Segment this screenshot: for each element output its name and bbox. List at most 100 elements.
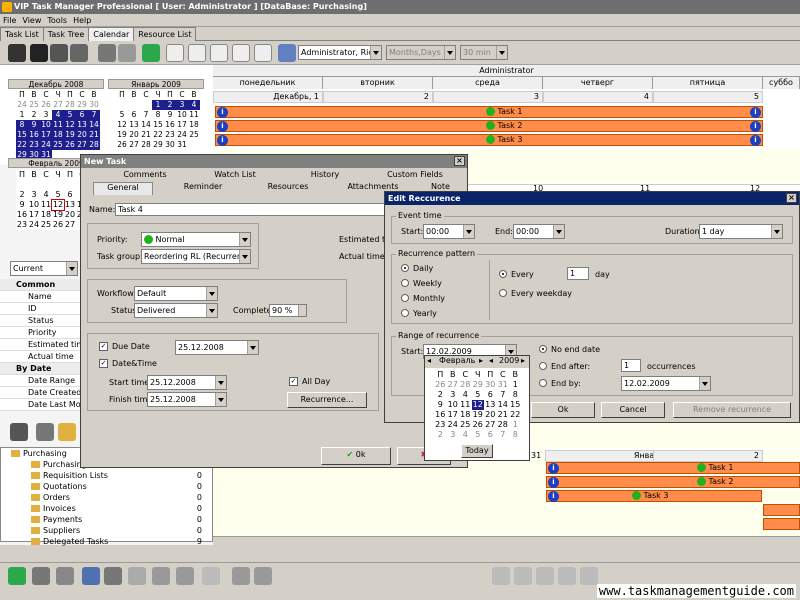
workflow-combo[interactable]: Default bbox=[134, 286, 218, 301]
calendar-day[interactable]: 6 bbox=[128, 110, 140, 120]
tree-row[interactable]: Suppliers 0 bbox=[1, 525, 212, 536]
calendar-day[interactable]: 23 bbox=[164, 130, 176, 140]
task-bar[interactable]: i Task 3 bbox=[546, 490, 762, 502]
filter-icon[interactable] bbox=[254, 567, 272, 585]
daily-radio[interactable] bbox=[401, 264, 409, 272]
calendar-day[interactable]: 25 bbox=[52, 140, 64, 150]
end-by-radio[interactable] bbox=[539, 379, 547, 387]
zoom-icon[interactable] bbox=[580, 567, 598, 585]
calendar-day[interactable]: 24 bbox=[16, 100, 28, 110]
menu-file[interactable]: File bbox=[0, 14, 19, 27]
view-icon[interactable] bbox=[8, 44, 26, 62]
close-icon[interactable]: × bbox=[786, 193, 797, 203]
calendar-day[interactable]: 20 bbox=[76, 130, 88, 140]
period-combo[interactable]: Months,Days bbox=[386, 45, 456, 60]
folder-icon[interactable] bbox=[58, 423, 76, 441]
calendar-day[interactable]: 3 bbox=[447, 430, 460, 440]
calendar-day[interactable]: 6 bbox=[76, 110, 88, 120]
calendar-day[interactable]: 17 bbox=[40, 130, 52, 140]
calendar-day[interactable]: 26 bbox=[64, 140, 76, 150]
calendar-day[interactable]: 13 bbox=[76, 120, 88, 130]
calendar-day[interactable]: 10 bbox=[176, 110, 188, 120]
calendar-day[interactable]: 1 bbox=[152, 100, 164, 110]
end-after-radio[interactable] bbox=[539, 362, 547, 370]
calendar-day[interactable]: 13 bbox=[128, 120, 140, 130]
monthly-radio[interactable] bbox=[401, 294, 409, 302]
calendar-day[interactable]: 13 bbox=[484, 400, 497, 410]
calendar-day[interactable]: 9 bbox=[16, 200, 28, 210]
calendar-day[interactable]: 2 bbox=[16, 190, 28, 200]
calendar-day[interactable]: 27 bbox=[76, 140, 88, 150]
today-button[interactable]: Today bbox=[461, 444, 493, 458]
calendar-day[interactable]: 23 bbox=[434, 420, 447, 430]
calendar-day[interactable]: 11 bbox=[459, 400, 472, 410]
calendar-day[interactable]: 7 bbox=[140, 110, 152, 120]
prev-year-icon[interactable]: ◂ bbox=[489, 356, 493, 365]
resource-combo[interactable]: Administrator, Rich M bbox=[298, 45, 382, 60]
calendar-day[interactable]: 11 bbox=[188, 110, 200, 120]
tree-row[interactable]: Quotations 0 bbox=[1, 481, 212, 492]
calendar-day[interactable]: 16 bbox=[434, 410, 447, 420]
close-icon[interactable]: × bbox=[454, 156, 465, 166]
calendar-day[interactable]: 30 bbox=[484, 380, 497, 390]
calendar-day[interactable]: 24 bbox=[40, 140, 52, 150]
calendar-day[interactable]: 27 bbox=[52, 100, 64, 110]
month-view-icon[interactable] bbox=[232, 44, 250, 62]
scheduler-scrollbar[interactable] bbox=[213, 536, 800, 545]
calendar-day[interactable]: 4 bbox=[52, 110, 64, 120]
calendar-day[interactable]: 21 bbox=[88, 130, 100, 140]
calendar-day[interactable]: 12 bbox=[51, 199, 65, 211]
calendar-day[interactable]: 14 bbox=[497, 400, 510, 410]
start-time-combo[interactable]: 00:00 bbox=[423, 224, 475, 239]
cancel-button[interactable]: Cancel bbox=[601, 402, 665, 418]
refresh-icon[interactable] bbox=[8, 567, 26, 585]
calendar-day[interactable]: 30 bbox=[164, 140, 176, 150]
filter-icon[interactable] bbox=[232, 567, 250, 585]
zoom-icon[interactable] bbox=[558, 567, 576, 585]
complete-input[interactable]: 90 % bbox=[269, 304, 307, 317]
calendar-day[interactable]: 11 bbox=[40, 200, 52, 210]
datetime-checkbox[interactable]: ✓ bbox=[99, 359, 108, 368]
calendar-day[interactable]: 28 bbox=[64, 100, 76, 110]
task-bar[interactable]: i Task 2 bbox=[546, 476, 800, 488]
prev-month-icon[interactable]: ◂ bbox=[427, 356, 431, 365]
calendar-day[interactable]: 15 bbox=[152, 120, 164, 130]
start-time-combo[interactable]: 25.12.2008 bbox=[147, 375, 227, 390]
tools-icon[interactable] bbox=[10, 423, 28, 441]
calendar-day[interactable]: 9 bbox=[28, 120, 40, 130]
calendar-day[interactable]: 22 bbox=[152, 130, 164, 140]
calendar-day[interactable]: 20 bbox=[128, 130, 140, 140]
end-by-combo[interactable]: 12.02.2009 bbox=[621, 376, 711, 391]
calendar-day[interactable]: 9 bbox=[164, 110, 176, 120]
print-icon[interactable] bbox=[152, 567, 170, 585]
task-bar[interactable]: i i Task 1 bbox=[215, 106, 763, 118]
calendar-day[interactable]: 27 bbox=[64, 220, 76, 230]
calendar-day[interactable]: 24 bbox=[176, 130, 188, 140]
filter-combo[interactable]: Current bbox=[10, 261, 78, 276]
calendar-day[interactable]: 18 bbox=[188, 120, 200, 130]
calendar-day[interactable]: 25 bbox=[28, 100, 40, 110]
calendar-day[interactable]: 28 bbox=[497, 420, 510, 430]
calendar-day[interactable] bbox=[52, 180, 64, 190]
tab-general[interactable]: General bbox=[93, 182, 153, 195]
calendar-day[interactable]: 28 bbox=[140, 140, 152, 150]
calendar-day[interactable]: 1 bbox=[509, 420, 522, 430]
calendar-day[interactable]: 1 bbox=[509, 380, 522, 390]
calendar-day[interactable]: 14 bbox=[88, 120, 100, 130]
calendar-day[interactable]: 13 bbox=[64, 200, 76, 210]
calendar-day[interactable]: 22 bbox=[16, 140, 28, 150]
calendar-day[interactable]: 30 bbox=[88, 100, 100, 110]
menu-help[interactable]: Help bbox=[70, 14, 94, 27]
calendar-day[interactable]: 15 bbox=[509, 400, 522, 410]
calendar-day[interactable]: 12 bbox=[64, 120, 76, 130]
menu-tools[interactable]: Tools bbox=[44, 14, 70, 27]
calendar-day[interactable]: 23 bbox=[16, 220, 28, 230]
calendar-day[interactable]: 11 bbox=[52, 120, 64, 130]
calendar-day[interactable]: 6 bbox=[484, 430, 497, 440]
next-year-icon[interactable]: ▸ bbox=[521, 356, 525, 365]
calendar-day[interactable]: 29 bbox=[76, 100, 88, 110]
calendar-day[interactable]: 26 bbox=[40, 100, 52, 110]
tab-resources[interactable]: Resources bbox=[248, 182, 328, 191]
calendar-day[interactable]: 19 bbox=[116, 130, 128, 140]
next-month-icon[interactable]: ▸ bbox=[479, 356, 483, 365]
